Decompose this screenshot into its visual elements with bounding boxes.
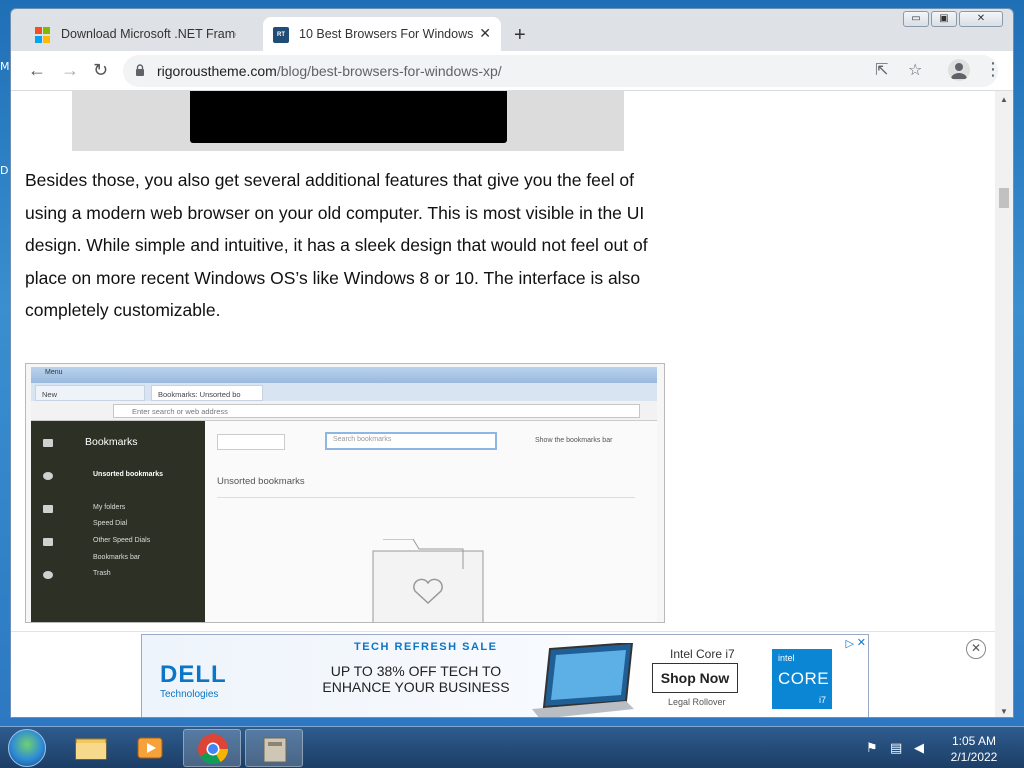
action-center-icon[interactable]: ⚑ bbox=[866, 740, 878, 756]
ad-close-x-icon[interactable]: ✕ bbox=[857, 636, 866, 649]
tab-title: 10 Best Browsers For Windows X bbox=[299, 27, 474, 41]
video-frame bbox=[190, 91, 507, 143]
microsoft-logo-icon bbox=[35, 27, 51, 43]
media-player-taskbar-icon[interactable] bbox=[122, 729, 180, 767]
screenshot-titlebar: Menu bbox=[31, 367, 657, 383]
media-player-icon bbox=[137, 737, 163, 759]
tab-title: Download Microsoft .NET Framew bbox=[61, 27, 236, 41]
screenshot-tab-bookmarks: Bookmarks: Unsorted bo bbox=[151, 385, 263, 401]
intel-bot: i7 bbox=[818, 695, 826, 705]
dell-sub: Technologies bbox=[160, 689, 219, 700]
intel-top: intel bbox=[778, 653, 795, 663]
news-icon bbox=[43, 505, 53, 513]
ad-processor: Intel Core i7 bbox=[670, 647, 735, 661]
divider bbox=[217, 497, 635, 498]
menu-dots-icon[interactable]: ⋮ bbox=[984, 59, 1002, 80]
history-icon bbox=[43, 571, 53, 579]
shop-now-button[interactable]: Shop Now bbox=[652, 663, 738, 693]
tab-strip: Download Microsoft .NET Framew RT 10 Bes… bbox=[11, 17, 1013, 51]
screenshot-tabs: New Bookmarks: Unsorted bo bbox=[31, 383, 657, 401]
screenshot-sidebar-title: Bookmarks bbox=[85, 436, 138, 448]
tab-browsers[interactable]: RT 10 Best Browsers For Windows X ✕ bbox=[263, 17, 501, 51]
adchoices-icon[interactable]: ▷ bbox=[846, 637, 854, 650]
screenshot-address-bar: Enter search or web address bbox=[31, 401, 657, 421]
screenshot-sidebar-item: My folders bbox=[93, 504, 126, 511]
opera-menu-label: Menu bbox=[45, 369, 63, 376]
scrollbar-thumb[interactable] bbox=[999, 188, 1009, 208]
screenshot-sidebar-item: Trash bbox=[93, 570, 111, 577]
screenshot-section-label: Unsorted bookmarks bbox=[217, 476, 305, 487]
clock-time: 1:05 AM bbox=[951, 734, 997, 748]
reload-icon[interactable]: ↻ bbox=[93, 60, 108, 81]
folder-icon bbox=[75, 738, 107, 760]
archive-icon bbox=[263, 737, 287, 763]
address-bar[interactable]: rigoroustheme.com/blog/best-browsers-for… bbox=[123, 55, 998, 87]
page-viewport: Besides those, you also get several addi… bbox=[11, 91, 1013, 717]
screenshot-search-field: Search bookmarks bbox=[325, 432, 497, 450]
url-text: rigoroustheme.com/blog/best-browsers-for… bbox=[157, 63, 502, 79]
person-icon bbox=[951, 63, 967, 79]
ad-banner-bar: DELL Technologies TECH REFRESH SALE UP T… bbox=[11, 631, 995, 717]
folder-heart-icon bbox=[372, 539, 484, 622]
lock-icon bbox=[136, 64, 144, 76]
apps-icon bbox=[43, 439, 53, 447]
screenshot-show-bar: Show the bookmarks bar bbox=[535, 437, 613, 444]
volume-icon[interactable]: ◀ bbox=[914, 740, 924, 756]
scroll-down-icon[interactable]: ▼ bbox=[1000, 707, 1008, 716]
ad-legal: Legal Rollover bbox=[668, 697, 726, 707]
intel-mid: CORE bbox=[778, 669, 830, 688]
devices-icon bbox=[43, 538, 53, 546]
url-host: rigoroustheme.com bbox=[157, 63, 277, 79]
chrome-icon bbox=[198, 734, 228, 765]
desktop-fragment-m: M bbox=[0, 60, 10, 73]
dell-logo: DELL Technologies bbox=[160, 661, 227, 700]
ad-offer: UP TO 38% OFF TECH TO ENHANCE YOUR BUSIN… bbox=[322, 663, 510, 695]
screenshot-sidebar-item: Other Speed Dials bbox=[93, 537, 151, 544]
article-paragraph: Besides those, you also get several addi… bbox=[25, 170, 648, 320]
bookmark-star-icon[interactable]: ☆ bbox=[908, 60, 922, 80]
new-tab-button[interactable]: + bbox=[514, 24, 526, 47]
screenshot-sidebar: Bookmarks Unsorted bookmarks My folders … bbox=[31, 421, 205, 622]
screenshot-sidebar-item: Unsorted bookmarks bbox=[93, 471, 164, 478]
screenshot-sidebar-item: Speed Dial bbox=[93, 520, 128, 527]
page-scrollbar[interactable]: ▲ ▼ bbox=[995, 91, 1013, 717]
screenshot-address-field: Enter search or web address bbox=[113, 404, 640, 418]
browser-toolbar: ← → ↻ rigoroustheme.com/blog/best-browse… bbox=[11, 51, 1013, 91]
chrome-window: ▭ ▣ ✕ Download Microsoft .NET Framew RT … bbox=[10, 8, 1014, 718]
screenshot-sidebar-item: Bookmarks bar bbox=[93, 554, 141, 561]
chrome-taskbar-icon[interactable] bbox=[183, 729, 241, 767]
taskbar: ⚑ ▤ ◀ 1:05 AM 2/1/2022 bbox=[0, 726, 1024, 768]
dell-ad[interactable]: DELL Technologies TECH REFRESH SALE UP T… bbox=[141, 634, 869, 717]
clock-date: 2/1/2022 bbox=[950, 750, 998, 764]
explorer-taskbar-icon[interactable] bbox=[62, 729, 120, 767]
ad-headline: TECH REFRESH SALE bbox=[354, 641, 498, 653]
url-path: /blog/best-browsers-for-windows-xp/ bbox=[276, 63, 502, 79]
dell-wordmark: DELL bbox=[160, 661, 227, 688]
laptop-image bbox=[532, 643, 634, 717]
archive-taskbar-icon[interactable] bbox=[245, 729, 303, 767]
rigoroustheme-favicon-icon: RT bbox=[273, 27, 289, 43]
tab-dotnet[interactable]: Download Microsoft .NET Framew bbox=[25, 17, 261, 51]
forward-icon[interactable]: → bbox=[61, 60, 79, 81]
share-icon[interactable]: ⇱ bbox=[875, 60, 888, 80]
scroll-up-icon[interactable]: ▲ bbox=[1000, 95, 1008, 104]
desktop-fragment-d: D bbox=[0, 164, 9, 177]
video-embed[interactable] bbox=[72, 91, 624, 151]
start-button[interactable] bbox=[8, 729, 46, 767]
back-icon[interactable]: ← bbox=[28, 60, 46, 81]
intel-core-badge: intel CORE i7 bbox=[772, 649, 832, 709]
system-clock[interactable]: 1:05 AM 2/1/2022 bbox=[944, 733, 1004, 765]
heart-icon bbox=[43, 472, 53, 480]
network-icon[interactable]: ▤ bbox=[890, 740, 902, 756]
view-mode-buttons bbox=[217, 434, 285, 450]
close-ad-button[interactable]: ✕ bbox=[966, 639, 986, 659]
screenshot-tab-new: New bbox=[35, 385, 145, 401]
article-screenshot: Menu New Bookmarks: Unsorted bo Enter se… bbox=[25, 363, 665, 623]
screenshot-content: Search bookmarks Show the bookmarks bar … bbox=[205, 421, 657, 622]
profile-avatar[interactable] bbox=[948, 59, 970, 81]
close-tab-icon[interactable]: ✕ bbox=[479, 25, 491, 42]
